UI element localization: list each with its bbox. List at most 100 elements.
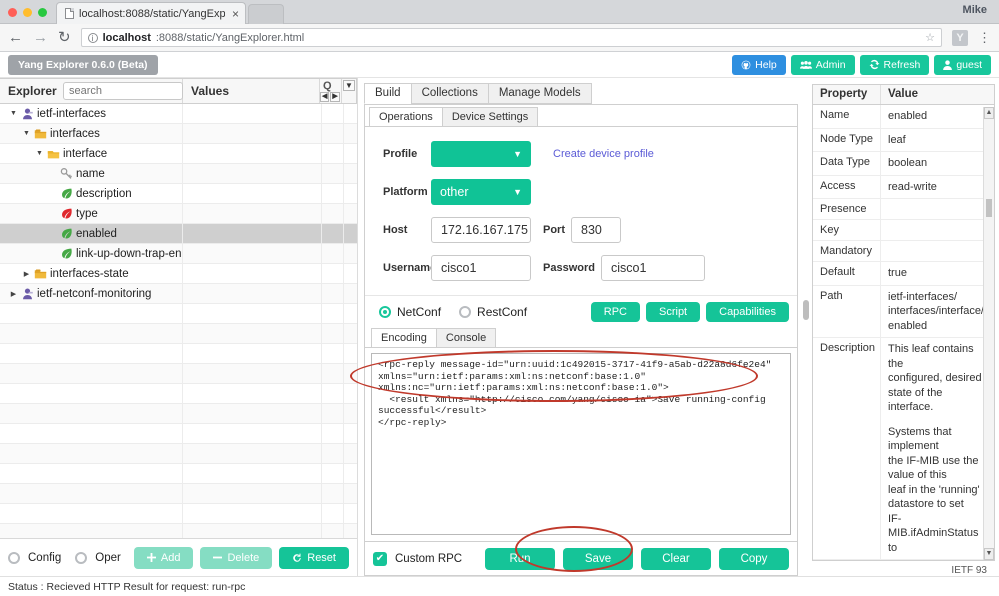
tab-collections[interactable]: Collections	[410, 83, 489, 104]
spinner-right-icon[interactable]: ▶	[330, 92, 340, 102]
close-tab-icon[interactable]: ×	[232, 8, 239, 20]
script-button[interactable]: Script	[646, 302, 701, 322]
collapse-twisty-icon[interactable]: ▼	[22, 130, 31, 137]
center-right-scrollbar[interactable]	[802, 78, 810, 576]
host-row: Host 172.16.167.175 Port 830	[365, 217, 797, 243]
collapse-twisty-icon[interactable]: ▼	[35, 150, 44, 157]
run-button[interactable]: Run	[485, 547, 555, 570]
address-bar[interactable]: i localhost:8088/static/YangExplorer.htm…	[80, 28, 942, 47]
rpc-button[interactable]: RPC	[590, 302, 640, 322]
port-input[interactable]: 830	[571, 217, 621, 243]
password-input[interactable]: cisco1	[600, 255, 705, 281]
custom-rpc-checkbox[interactable]: ✔	[373, 551, 387, 566]
scroll-down-icon[interactable]: ▼	[984, 548, 994, 560]
encoding-tabs[interactable]: Encoding Console	[365, 328, 797, 348]
column-menu-cell[interactable]: ▼	[342, 79, 356, 103]
host-input[interactable]: 172.16.167.175	[431, 217, 531, 243]
save-button[interactable]: Save	[563, 547, 633, 570]
tree-node-interfaces-state[interactable]: ▶ interfaces-state	[0, 264, 357, 284]
tab-encoding[interactable]: Encoding	[371, 328, 437, 348]
new-tab-button[interactable]	[248, 4, 284, 24]
username-input[interactable]: cisco1	[431, 255, 531, 281]
properties-scrollbar[interactable]: ▲ ▼	[983, 107, 994, 560]
close-window-button[interactable]	[8, 8, 17, 17]
netconf-radio[interactable]	[379, 306, 391, 318]
tree-node-type[interactable]: type	[0, 204, 357, 224]
yang-tree[interactable]: ▼ ietf-interfaces ▼ interfaces ▼ interface nam…	[0, 104, 357, 538]
platform-select[interactable]: other ▼	[431, 179, 531, 205]
property-row: Path ietf-interfaces/interfaces/interface…	[813, 285, 994, 338]
reset-button[interactable]: Reset	[279, 546, 349, 569]
chevron-down-icon[interactable]: ▼	[343, 80, 355, 91]
copy-button[interactable]: Copy	[719, 547, 789, 570]
tree-empty-c4	[343, 364, 357, 383]
tree-node-interfaces[interactable]: ▼ interfaces	[0, 124, 357, 144]
tree-node-name-cell: link-up-down-trap-enable	[0, 247, 182, 260]
tab-operations[interactable]: Operations	[369, 107, 443, 127]
tree-empty-c4	[343, 504, 357, 523]
tab-console[interactable]: Console	[435, 328, 497, 348]
capabilities-button[interactable]: Capabilities	[706, 302, 789, 322]
scrollbar-thumb[interactable]	[803, 300, 809, 320]
expand-twisty-icon[interactable]: ▶	[9, 290, 18, 298]
forward-icon[interactable]: →	[33, 30, 48, 45]
tree-c3	[321, 184, 343, 203]
netconf-option[interactable]: NetConf	[379, 305, 441, 319]
site-info-icon[interactable]: i	[87, 32, 98, 43]
browser-tab-active[interactable]: localhost:8088/static/YangExp ×	[56, 2, 246, 24]
maximize-window-button[interactable]	[38, 8, 47, 17]
clear-button[interactable]: Clear	[641, 547, 711, 570]
add-button[interactable]: Add	[133, 546, 194, 569]
browser-tabstrip[interactable]: localhost:8088/static/YangExp ×	[56, 2, 284, 24]
rpc-output-textarea[interactable]: <rpc-reply message-id="urn:uuid:1c492015…	[371, 353, 791, 535]
search-input[interactable]	[63, 82, 183, 100]
config-radio[interactable]	[8, 551, 20, 564]
tree-node-label: description	[76, 187, 132, 200]
admin-button[interactable]: Admin	[790, 54, 855, 75]
collapse-twisty-icon[interactable]: ▼	[9, 110, 18, 117]
expand-twisty-icon[interactable]: ▶	[22, 270, 31, 278]
value-column-header: Value	[888, 88, 919, 100]
extension-icon[interactable]: Y	[952, 29, 968, 46]
browser-menu-icon[interactable]: ⋮	[978, 31, 991, 44]
restconf-radio[interactable]	[459, 306, 472, 318]
tree-c3	[321, 104, 343, 123]
profile-select[interactable]: ▼	[431, 141, 531, 167]
help-button[interactable]: Help	[732, 54, 786, 75]
oper-radio[interactable]	[75, 551, 88, 564]
user-button[interactable]: guest	[934, 54, 991, 75]
window-controls[interactable]	[8, 8, 47, 17]
properties-table: Property Value Name enabled Node Type leaf D…	[812, 84, 995, 561]
delete-button[interactable]: Delete	[200, 546, 273, 569]
tree-node-name[interactable]: name	[0, 164, 357, 184]
reload-icon[interactable]: ↻	[58, 30, 71, 45]
main-tabs[interactable]: Build Collections Manage Models	[364, 83, 798, 104]
back-icon[interactable]: ←	[8, 30, 23, 45]
tab-device-settings[interactable]: Device Settings	[441, 107, 539, 127]
tree-node-ietf-interfaces[interactable]: ▼ ietf-interfaces	[0, 104, 357, 124]
sub-tabs[interactable]: Operations Device Settings	[365, 105, 797, 127]
tree-node-enabled[interactable]: enabled	[0, 224, 357, 244]
restconf-option[interactable]: RestConf	[459, 305, 527, 319]
tab-manage-models[interactable]: Manage Models	[487, 83, 592, 104]
key-icon	[60, 168, 72, 179]
tree-node-ietf-netconf-monitoring[interactable]: ▶ ietf-netconf-monitoring	[0, 284, 357, 304]
explorer-footer: Config Oper Add Delete Reset	[0, 538, 357, 576]
create-device-profile-link[interactable]: Create device profile	[553, 148, 654, 160]
tree-node-interface[interactable]: ▼ interface	[0, 144, 357, 164]
property-value-line: Systems that implement	[888, 425, 952, 453]
bookmark-star-icon[interactable]: ☆	[925, 31, 935, 44]
scroll-up-icon[interactable]: ▲	[984, 107, 994, 119]
tree-empty-c4	[343, 404, 357, 423]
tree-empty-row	[0, 404, 357, 424]
minimize-window-button[interactable]	[23, 8, 32, 17]
tree-node-description[interactable]: description	[0, 184, 357, 204]
refresh-button[interactable]: Refresh	[859, 54, 930, 75]
spinner-left-icon[interactable]: ◀	[320, 92, 330, 102]
spinner-arrows[interactable]: ◀ ▶	[320, 92, 340, 102]
properties-scrollbar-thumb[interactable]	[986, 199, 992, 217]
tab-build[interactable]: Build	[364, 83, 412, 104]
tree-c4	[343, 104, 357, 123]
tree-node-link-up-down-trap-enable[interactable]: link-up-down-trap-enable	[0, 244, 357, 264]
values-spinner-control[interactable]: Q ◀ ▶	[320, 79, 342, 103]
